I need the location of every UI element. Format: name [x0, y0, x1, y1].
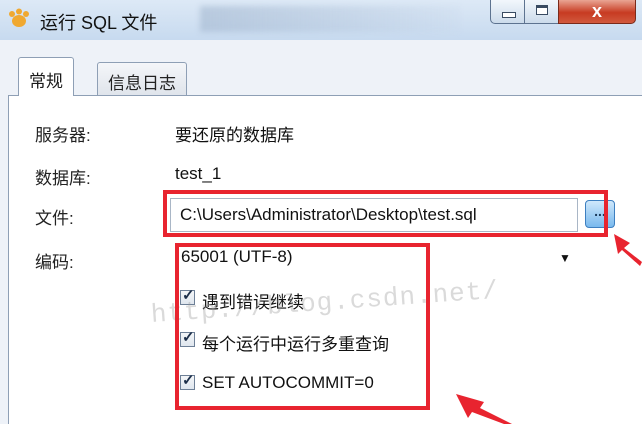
window-body: 常规 信息日志	[0, 40, 642, 424]
window-title: 运行 SQL 文件	[40, 13, 158, 33]
checkmark-icon: ✓	[182, 329, 195, 346]
tab-info-log[interactable]: 信息日志	[97, 62, 187, 96]
close-button[interactable]: x	[558, 0, 636, 24]
checkbox[interactable]: ✓	[180, 372, 195, 390]
checkbox[interactable]: ✓	[180, 329, 195, 347]
checkbox-label: 遇到错误继续	[202, 293, 304, 312]
checkbox-label: SET AUTOCOMMIT=0	[202, 373, 374, 392]
server-label: 服务器:	[35, 126, 91, 145]
title-bar[interactable]: 运行 SQL 文件 x	[0, 0, 642, 40]
file-path-input[interactable]	[170, 198, 578, 232]
chevron-down-icon: ▼	[559, 251, 571, 265]
browse-button[interactable]: ...	[585, 200, 615, 228]
maximize-icon	[536, 5, 548, 15]
maximize-button[interactable]	[524, 0, 559, 24]
app-icon	[9, 8, 29, 27]
database-value: test_1	[175, 164, 222, 183]
database-label: 数据库:	[35, 169, 91, 188]
checkmark-icon: ✓	[182, 372, 195, 389]
minimize-button[interactable]	[490, 0, 525, 24]
file-label: 文件:	[35, 209, 74, 228]
title-blur-region	[200, 6, 460, 32]
server-value: 要还原的数据库	[175, 126, 294, 145]
encoding-select[interactable]: 65001 (UTF-8) ▼	[175, 245, 580, 273]
close-icon: x	[591, 1, 602, 21]
checkmark-icon: ✓	[182, 287, 195, 304]
minimize-icon	[502, 12, 516, 18]
tab-general[interactable]: 常规	[18, 57, 74, 96]
checkbox[interactable]: ✓	[180, 287, 195, 305]
checkbox-label: 每个运行中运行多重查询	[202, 335, 389, 354]
encoding-value: 65001 (UTF-8)	[181, 247, 293, 266]
encoding-label: 编码:	[35, 253, 74, 272]
